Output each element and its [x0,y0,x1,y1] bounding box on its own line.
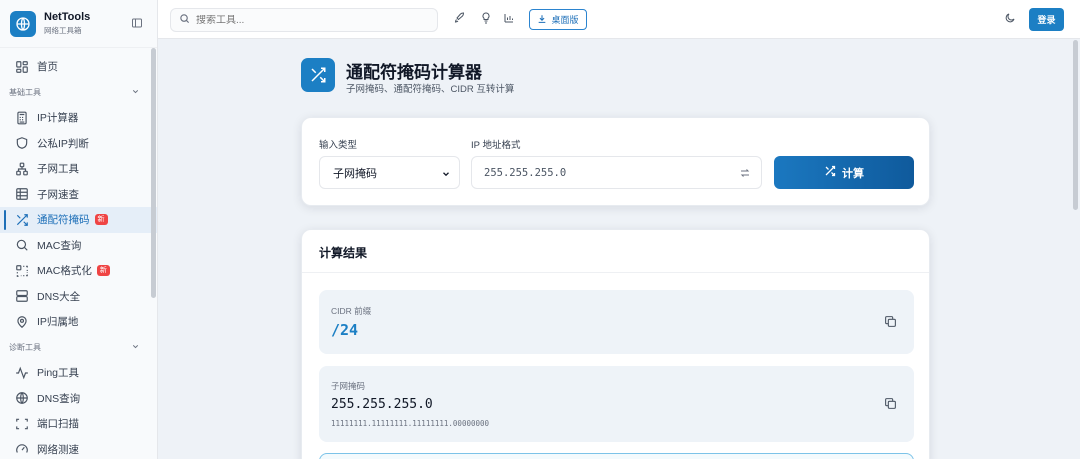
section-title: 基础工具 [9,87,41,97]
sidebar-item-speed-test[interactable]: 网络测速 [0,437,157,459]
moon-icon[interactable] [1004,12,1018,26]
sidebar-item-ip-location[interactable]: IP归属地 [0,309,157,335]
sidebar-item-ip-calculator[interactable]: IP计算器 [0,105,157,131]
rocket-icon[interactable] [454,12,468,26]
swap-icon[interactable] [739,167,751,179]
sidebar-item-port-scan[interactable]: 端口扫描 [0,411,157,437]
grid-icon [15,60,29,74]
scan-icon [15,417,29,431]
ip-address-value: 255.255.255.0 [484,166,567,179]
sidebar-item-wildcard-mask[interactable]: 通配符掩码 新 [0,207,157,233]
search-icon [179,13,190,27]
sidebar-item-label: 子网速查 [37,188,79,201]
sidebar-item-label: DNS查询 [37,392,81,405]
sidebar-item-dns-list[interactable]: DNS大全 [0,284,157,310]
sidebar-item-label: 子网工具 [37,163,79,176]
sidebar-item-label: 网络测速 [37,443,79,456]
wildcard-result [319,453,914,459]
shield-icon [15,136,29,150]
globe-icon [15,391,29,405]
subnet-mask-binary: 11111111.11111111.11111111.00000000 [331,419,490,428]
sidebar-item-mac-format[interactable]: MAC格式化 新 [0,258,157,284]
sidebar-item-label: 公私IP判断 [37,137,89,150]
gauge-icon [15,442,29,456]
sidebar: NetTools 网络工具箱 首页 基础工具 IP计算器 公私IP判断 子网工具 [0,0,158,459]
sidebar-item-subnet-tools[interactable]: 子网工具 [0,156,157,182]
sidebar-item-ping[interactable]: Ping工具 [0,360,157,386]
sidebar-item-label: Ping工具 [37,367,80,380]
lightbulb-icon[interactable] [480,12,494,26]
cidr-result: CIDR 前缀 /24 [319,290,914,354]
table-icon [15,187,29,201]
copy-icon[interactable] [884,315,897,328]
new-badge: 新 [94,214,108,226]
topbar: 桌面版 登录 [158,0,1080,39]
section-title: 诊断工具 [9,342,41,352]
login-button[interactable]: 登录 [1029,8,1064,31]
brand-name: NetTools [44,11,91,23]
sidebar-item-home[interactable]: 首页 [0,54,157,80]
download-icon [537,14,547,26]
desktop-version-label: 桌面版 [551,15,579,25]
sidebar-item-label: 首页 [37,61,58,74]
sidebar-item-label: 端口扫描 [37,418,79,431]
sidebar-item-label: MAC查询 [37,239,82,252]
chevron-down-icon [131,342,140,353]
pulse-icon [15,366,29,380]
shuffle-icon [301,58,335,92]
search-input[interactable] [196,14,426,26]
input-type-label: 输入类型 [319,140,358,151]
section-header-basic[interactable]: 基础工具 [0,80,157,106]
input-card: 输入类型 子网掩码 IP 地址格式 255.255.255.0 计算 [301,117,930,206]
sidebar-nav: 首页 基础工具 IP计算器 公私IP判断 子网工具 子网速查 通配符掩码 新 M… [0,48,157,459]
subnet-mask-result: 子网掩码 255.255.255.0 11111111.11111111.111… [319,366,914,442]
search-box[interactable] [170,8,438,32]
sidebar-scrollbar[interactable] [151,48,156,298]
result-title: 计算结果 [319,246,368,260]
sidebar-item-dns-query[interactable]: DNS查询 [0,386,157,412]
sidebar-item-label: MAC格式化 [37,265,92,278]
desktop-version-button[interactable]: 桌面版 [529,9,587,30]
server-icon [15,289,29,303]
sidebar-item-label: DNS大全 [37,290,81,303]
sidebar-item-label: IP归属地 [37,316,79,329]
shuffle-icon [15,213,29,227]
sidebar-item-label: 通配符掩码 [37,214,90,227]
brand-subtitle: 网络工具箱 [44,26,82,35]
calculate-button[interactable]: 计算 [774,156,914,189]
cidr-value: /24 [331,321,359,339]
ip-address-input[interactable]: 255.255.255.0 [471,156,762,189]
page-subtitle: 子网掩码、通配符掩码、CIDR 互转计算 [346,84,515,95]
chevron-down-icon [131,87,140,98]
divider [302,272,929,273]
input-type-select[interactable]: 子网掩码 [319,156,460,189]
shuffle-icon [824,165,836,180]
input-type-value: 子网掩码 [333,167,377,180]
brand: NetTools 网络工具箱 [0,0,157,48]
sidebar-item-public-private-ip[interactable]: 公私IP判断 [0,131,157,157]
page-title: 通配符掩码计算器 [346,63,482,82]
calculate-label: 计算 [842,167,864,180]
ip-format-label: IP 地址格式 [471,140,521,151]
new-badge: 新 [96,265,110,277]
search-icon [15,238,29,252]
subnet-mask-value: 255.255.255.0 [331,397,433,412]
result-card: 计算结果 CIDR 前缀 /24 子网掩码 255.255.255.0 1111… [301,229,930,459]
sidebar-item-label: IP计算器 [37,112,79,125]
map-pin-icon [15,315,29,329]
format-icon [15,264,29,278]
sidebar-item-mac-lookup[interactable]: MAC查询 [0,233,157,259]
calculator-icon [15,111,29,125]
bar-chart-icon[interactable] [503,12,517,26]
section-header-diagnostic[interactable]: 诊断工具 [0,335,157,361]
subnet-mask-label: 子网掩码 [331,381,366,391]
sidebar-item-subnet-lookup[interactable]: 子网速查 [0,182,157,208]
sidebar-collapse-icon[interactable] [131,17,143,29]
globe-logo-icon [10,10,36,37]
network-icon [15,162,29,176]
cidr-label: CIDR 前缀 [331,306,372,316]
chevron-down-icon [441,169,451,179]
main-scrollbar[interactable] [1073,40,1078,210]
copy-icon[interactable] [884,397,897,410]
